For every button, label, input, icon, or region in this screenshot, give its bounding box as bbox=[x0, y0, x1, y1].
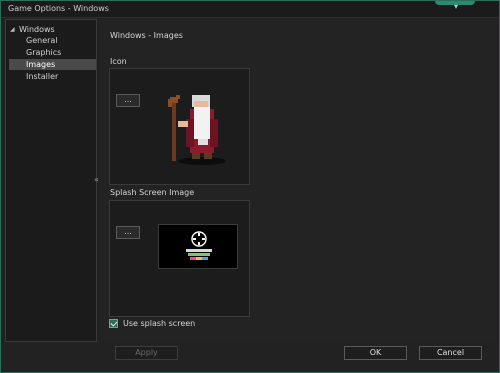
dialog-footer: Apply OK Cancel bbox=[1, 342, 499, 372]
tree-root-windows[interactable]: ◢ Windows bbox=[10, 24, 55, 35]
icon-section-label: Icon bbox=[110, 57, 127, 66]
use-splash-row[interactable]: Use splash screen bbox=[109, 319, 195, 328]
cancel-button[interactable]: Cancel bbox=[419, 346, 482, 360]
sidebar-item-label: Graphics bbox=[26, 48, 62, 57]
collapse-sidebar-icon[interactable]: « bbox=[94, 175, 99, 184]
sidebar-item-installer[interactable]: Installer bbox=[9, 71, 96, 82]
sidebar-item-label: General bbox=[26, 36, 58, 45]
splash-panel: ... bbox=[109, 200, 250, 317]
expand-caret-icon[interactable]: ◢ bbox=[10, 26, 16, 33]
splash-logo-image bbox=[186, 231, 212, 260]
splash-section-label: Splash Screen Image bbox=[110, 188, 195, 197]
page-title: Windows - Images bbox=[110, 31, 183, 40]
sidebar-item-images[interactable]: Images bbox=[9, 59, 96, 70]
use-splash-checkbox[interactable] bbox=[109, 319, 118, 328]
wizard-icon-image bbox=[168, 95, 226, 165]
ok-button[interactable]: OK bbox=[344, 346, 407, 360]
sidebar-item-label: Images bbox=[26, 60, 56, 69]
chevron-down-icon[interactable]: ▾ bbox=[451, 2, 461, 12]
splash-image-preview bbox=[158, 224, 238, 269]
tree-root-label: Windows bbox=[19, 25, 55, 34]
sidebar-item-label: Installer bbox=[26, 72, 59, 81]
window-title: Game Options - Windows bbox=[8, 4, 109, 13]
use-splash-label: Use splash screen bbox=[123, 319, 196, 328]
title-bar[interactable]: Game Options - Windows ▾ bbox=[1, 1, 499, 18]
icon-panel: ... bbox=[109, 68, 250, 185]
options-tree: ◢ Windows General Graphics Images Instal… bbox=[5, 19, 97, 342]
icon-browse-button[interactable]: ... bbox=[116, 94, 140, 107]
game-options-window: Game Options - Windows ▾ ◢ Windows Gener… bbox=[0, 0, 500, 373]
sidebar-item-graphics[interactable]: Graphics bbox=[9, 47, 96, 58]
splash-browse-button[interactable]: ... bbox=[116, 226, 140, 239]
apply-button[interactable]: Apply bbox=[115, 346, 178, 360]
sidebar-item-general[interactable]: General bbox=[9, 35, 96, 46]
main-panel: Windows - Images Icon ... Splash Screen … bbox=[101, 19, 497, 342]
